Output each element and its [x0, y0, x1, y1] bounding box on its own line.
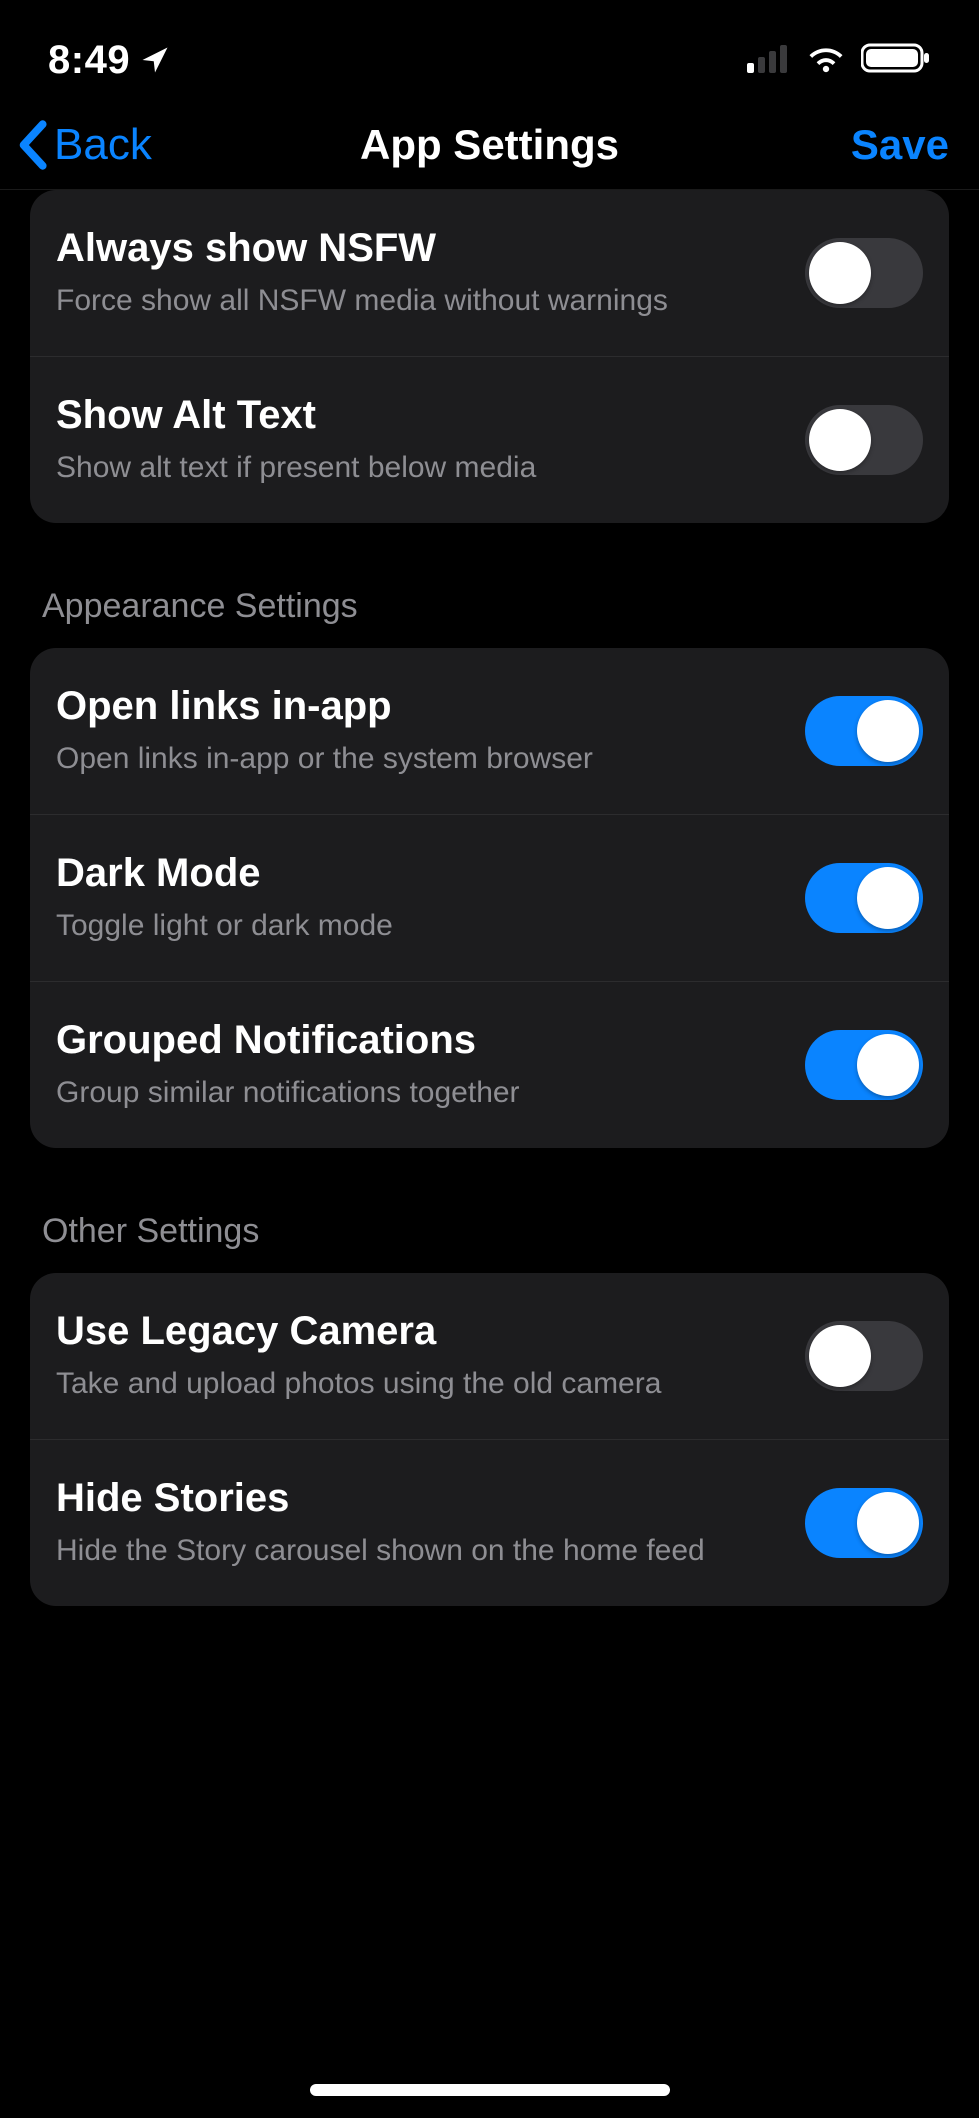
setting-row-use-legacy-camera: Use Legacy Camera Take and upload photos… — [30, 1273, 949, 1439]
setting-title: Hide Stories — [56, 1476, 705, 1521]
toggle-open-links-in-app[interactable] — [805, 696, 923, 766]
home-indicator[interactable] — [310, 2084, 670, 2096]
settings-group-appearance: Open links in-app Open links in-app or t… — [30, 648, 949, 1148]
setting-row-hide-stories: Hide Stories Hide the Story carousel sho… — [30, 1439, 949, 1606]
setting-title: Grouped Notifications — [56, 1018, 520, 1063]
status-time: 8:49 — [48, 38, 130, 83]
setting-row-open-links-in-app: Open links in-app Open links in-app or t… — [30, 648, 949, 814]
settings-group-other: Use Legacy Camera Take and upload photos… — [30, 1273, 949, 1606]
battery-icon — [861, 42, 931, 79]
setting-row-grouped-notifications: Grouped Notifications Group similar noti… — [30, 981, 949, 1148]
chevron-left-icon — [14, 119, 54, 171]
toggle-hide-stories[interactable] — [805, 1488, 923, 1558]
setting-subtitle: Take and upload photos using the old cam… — [56, 1364, 661, 1403]
setting-row-show-alt-text: Show Alt Text Show alt text if present b… — [30, 356, 949, 523]
section-header-appearance: Appearance Settings — [30, 523, 949, 648]
setting-title: Open links in-app — [56, 684, 593, 729]
setting-subtitle: Toggle light or dark mode — [56, 906, 393, 945]
nav-bar: Back App Settings Save — [0, 100, 979, 190]
save-button[interactable]: Save — [851, 121, 949, 169]
wifi-icon — [805, 43, 847, 78]
setting-title: Always show NSFW — [56, 226, 668, 271]
toggle-always-show-nsfw[interactable] — [805, 238, 923, 308]
cellular-icon — [747, 43, 791, 78]
back-button[interactable]: Back — [14, 119, 152, 171]
location-icon — [140, 45, 170, 75]
setting-subtitle: Show alt text if present below media — [56, 448, 536, 487]
status-bar: 8:49 — [0, 0, 979, 100]
setting-row-dark-mode: Dark Mode Toggle light or dark mode — [30, 814, 949, 981]
setting-row-always-show-nsfw: Always show NSFW Force show all NSFW med… — [30, 190, 949, 356]
toggle-grouped-notifications[interactable] — [805, 1030, 923, 1100]
setting-subtitle: Force show all NSFW media without warnin… — [56, 281, 668, 320]
page-title: App Settings — [360, 121, 619, 169]
setting-subtitle: Open links in-app or the system browser — [56, 739, 593, 778]
section-header-other: Other Settings — [30, 1148, 949, 1273]
back-label: Back — [54, 120, 152, 170]
setting-title: Dark Mode — [56, 851, 393, 896]
toggle-use-legacy-camera[interactable] — [805, 1321, 923, 1391]
setting-title: Use Legacy Camera — [56, 1309, 661, 1354]
setting-title: Show Alt Text — [56, 393, 536, 438]
toggle-show-alt-text[interactable] — [805, 405, 923, 475]
settings-group: Always show NSFW Force show all NSFW med… — [30, 190, 949, 523]
setting-subtitle: Hide the Story carousel shown on the hom… — [56, 1531, 705, 1570]
toggle-dark-mode[interactable] — [805, 863, 923, 933]
setting-subtitle: Group similar notifications together — [56, 1073, 520, 1112]
